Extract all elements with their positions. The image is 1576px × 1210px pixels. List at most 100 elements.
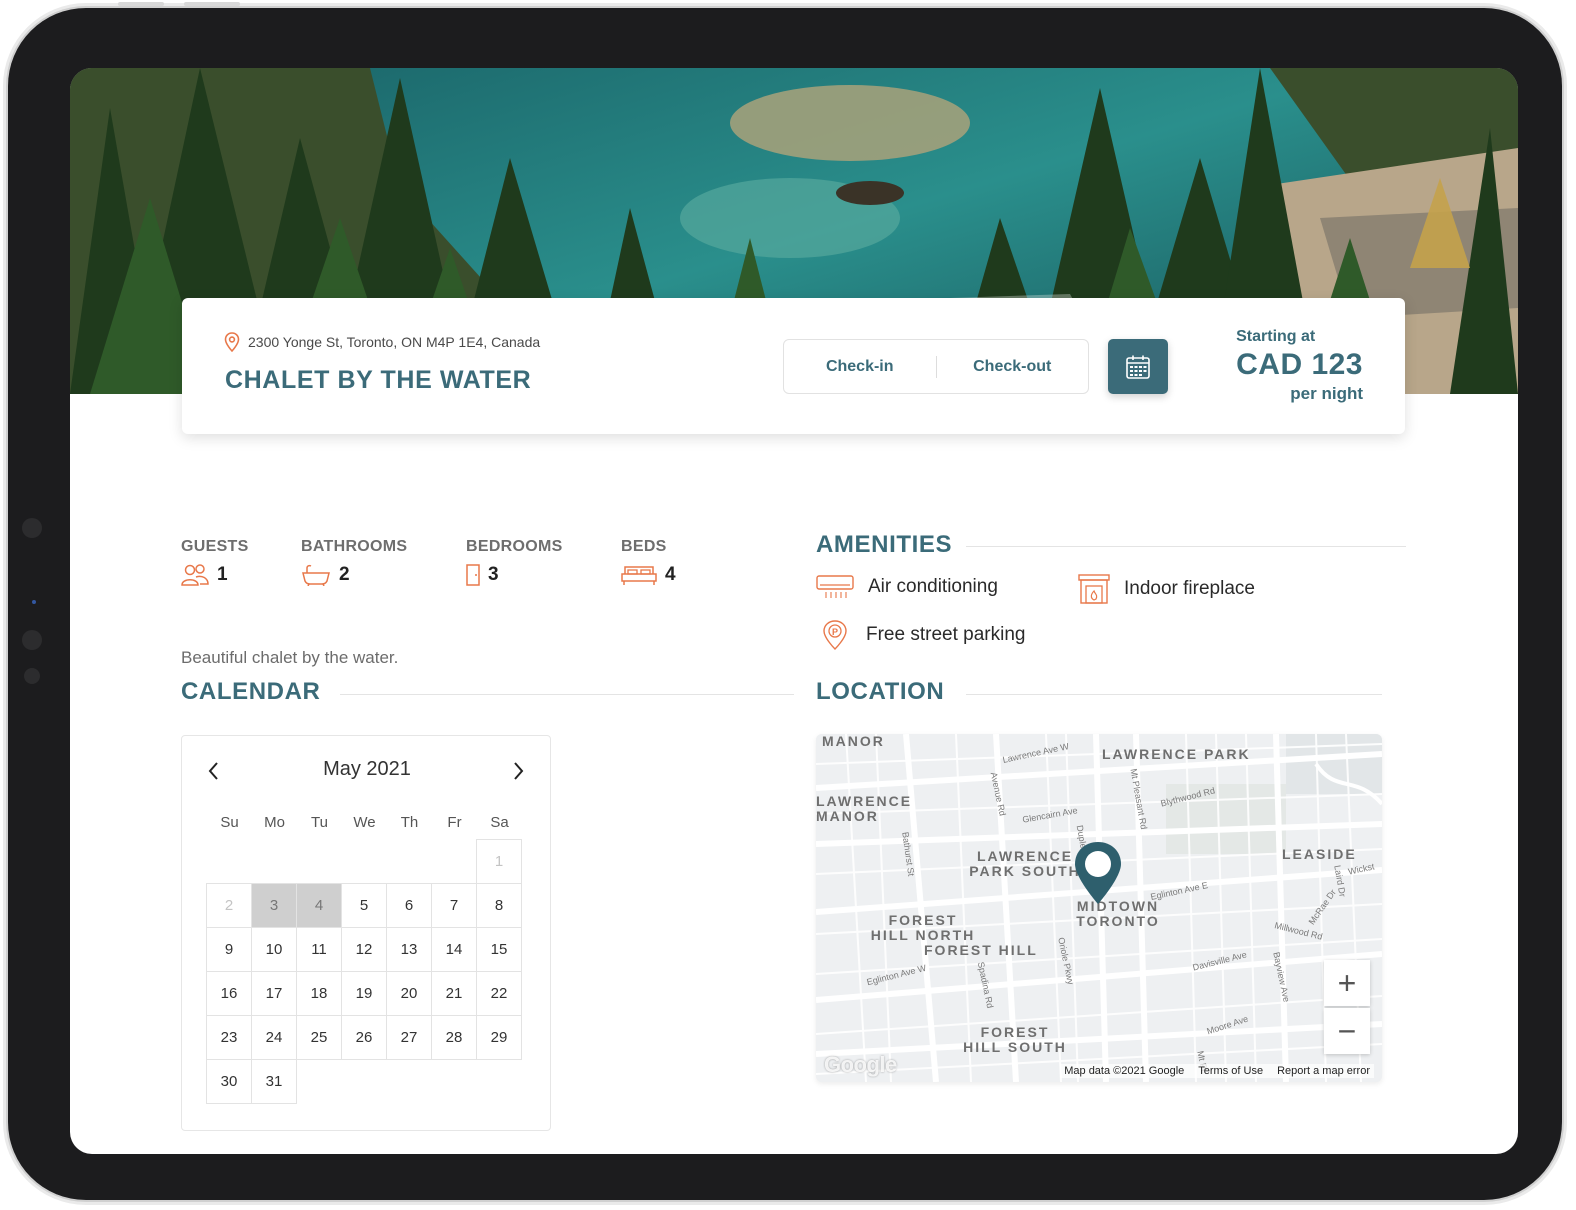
calendar-day[interactable]: 7 bbox=[431, 883, 477, 928]
stat-bedrooms: BEDROOMS 3 bbox=[466, 538, 563, 586]
price-prefix: Starting at bbox=[1236, 328, 1316, 345]
weekday-label: Th bbox=[400, 814, 419, 831]
prev-month-button[interactable] bbox=[204, 760, 224, 782]
map-zoom-out-button[interactable]: − bbox=[1324, 1008, 1370, 1054]
address: 2300 Yonge St, Toronto, ON M4P 1E4, Cana… bbox=[224, 332, 540, 352]
calendar-icon bbox=[1126, 355, 1150, 379]
map-label-lawrence-manor: LAWRENCE MANOR bbox=[816, 793, 913, 824]
power-button bbox=[184, 2, 240, 6]
next-month-button[interactable] bbox=[508, 760, 528, 782]
availability-calendar: May 2021 Su Mo Tu We Th Fr Sa 1 2 3 4 5 6 7 8 9 10 11 12 1… bbox=[181, 735, 551, 1131]
guests-icon bbox=[181, 564, 209, 586]
bed-icon bbox=[621, 566, 657, 585]
map-label-forest-hill-north: FOREST HILL NORTH bbox=[870, 912, 976, 943]
flash-icon bbox=[22, 630, 42, 650]
calendar-divider bbox=[340, 694, 794, 695]
listing-description: Beautiful chalet by the water. bbox=[181, 648, 399, 667]
map-report-link[interactable]: Report a map error bbox=[1277, 1065, 1370, 1077]
amenity-label: Indoor fireplace bbox=[1124, 578, 1255, 599]
fireplace-icon bbox=[1078, 574, 1110, 604]
weekday-label: Tu bbox=[311, 814, 328, 831]
calendar-day: 1 bbox=[476, 839, 522, 884]
camera-icon bbox=[22, 518, 42, 538]
calendar-day[interactable]: 25 bbox=[296, 1015, 342, 1060]
volume-button bbox=[118, 2, 164, 6]
listing-title: CHALET BY THE WATER bbox=[225, 366, 532, 394]
stat-label: GUESTS bbox=[181, 538, 249, 555]
calendar-day[interactable]: 11 bbox=[296, 927, 342, 972]
map-label-forest-hill-south: FOREST HILL SOUTH bbox=[963, 1024, 1067, 1055]
calendar-day[interactable]: 4 bbox=[296, 883, 342, 928]
check-out-field[interactable]: Check-out bbox=[937, 358, 1089, 376]
calendar-day[interactable]: 21 bbox=[431, 971, 477, 1016]
calendar-day[interactable]: 12 bbox=[341, 927, 387, 972]
amenity-label: Free street parking bbox=[866, 624, 1026, 645]
calendar-day[interactable]: 27 bbox=[386, 1015, 432, 1060]
calendar-day[interactable]: 18 bbox=[296, 971, 342, 1016]
calendar-day[interactable]: 23 bbox=[206, 1015, 252, 1060]
svg-text:P: P bbox=[832, 627, 838, 637]
map-zoom-in-button[interactable]: + bbox=[1324, 960, 1370, 1006]
chevron-right-icon bbox=[514, 762, 524, 780]
stat-label: BATHROOMS bbox=[301, 538, 408, 555]
calendar-day[interactable]: 26 bbox=[341, 1015, 387, 1060]
map-data-text: Map data ©2021 Google bbox=[1064, 1065, 1185, 1077]
calendar-day[interactable]: 3 bbox=[251, 883, 297, 928]
weekday-label: Sa bbox=[490, 814, 509, 831]
weekday-label: Su bbox=[220, 814, 239, 831]
tablet-frame: 2300 Yonge St, Toronto, ON M4P 1E4, Cana… bbox=[8, 2, 1562, 1200]
stat-beds: BEDS 4 bbox=[621, 538, 676, 586]
price-suffix: per night bbox=[1290, 384, 1363, 403]
door-icon bbox=[466, 564, 480, 586]
calendar-day[interactable]: 22 bbox=[476, 971, 522, 1016]
bathtub-icon bbox=[302, 564, 330, 586]
map-marker-icon[interactable] bbox=[1072, 840, 1124, 906]
map-label-lawrence-park-south: LAWRENCE PARK SOUTH bbox=[969, 848, 1081, 879]
check-in-field[interactable]: Check-in bbox=[784, 358, 936, 376]
date-range-picker: Check-in Check-out bbox=[783, 339, 1089, 394]
calendar-day[interactable]: 13 bbox=[386, 927, 432, 972]
stat-value: 4 bbox=[665, 564, 676, 585]
calendar-heading: CALENDAR bbox=[181, 678, 321, 705]
calendar-day[interactable]: 30 bbox=[206, 1059, 252, 1104]
calendar-day[interactable]: 29 bbox=[476, 1015, 522, 1060]
calendar-day[interactable]: 6 bbox=[386, 883, 432, 928]
calendar-day[interactable]: 8 bbox=[476, 883, 522, 928]
calendar-day[interactable]: 14 bbox=[431, 927, 477, 972]
stat-guests: GUESTS 1 bbox=[181, 538, 249, 586]
calendar-day: 2 bbox=[206, 883, 252, 928]
parking-icon: P bbox=[823, 620, 847, 650]
stat-value: 2 bbox=[339, 564, 350, 585]
calendar-day[interactable]: 17 bbox=[251, 971, 297, 1016]
weekday-label: Fr bbox=[447, 814, 462, 831]
stat-label: BEDS bbox=[621, 538, 667, 555]
map-terms-link[interactable]: Terms of Use bbox=[1198, 1065, 1263, 1077]
calendar-day[interactable]: 20 bbox=[386, 971, 432, 1016]
location-map[interactable]: MANOR LAWRENCE PARK LAWRENCE MANOR LAWRE… bbox=[816, 734, 1382, 1082]
screen: 2300 Yonge St, Toronto, ON M4P 1E4, Cana… bbox=[70, 68, 1518, 1154]
calendar-month: May 2021 bbox=[323, 758, 411, 780]
calendar-day[interactable]: 5 bbox=[341, 883, 387, 928]
price-amount: CAD 123 bbox=[1236, 348, 1363, 381]
amenities-heading: AMENITIES bbox=[816, 531, 953, 558]
calendar-day[interactable]: 24 bbox=[251, 1015, 297, 1060]
amenity-indoor-fireplace: Indoor fireplace bbox=[1078, 574, 1255, 604]
amenity-air-conditioning: Air conditioning bbox=[816, 574, 998, 600]
calendar-day[interactable]: 15 bbox=[476, 927, 522, 972]
map-label-leaside: LEASIDE bbox=[1282, 846, 1357, 862]
open-calendar-button[interactable] bbox=[1108, 339, 1168, 394]
map-label-forest-hill: FOREST HILL bbox=[924, 942, 1038, 958]
amenity-label: Air conditioning bbox=[868, 576, 998, 597]
calendar-day[interactable]: 10 bbox=[251, 927, 297, 972]
location-pin-icon bbox=[224, 332, 240, 352]
calendar-day[interactable]: 28 bbox=[431, 1015, 477, 1060]
stat-value: 1 bbox=[217, 564, 228, 585]
weekday-label: We bbox=[353, 814, 376, 831]
map-attribution: Map data ©2021 Google Terms of Use Repor… bbox=[1060, 1064, 1374, 1078]
calendar-day[interactable]: 31 bbox=[251, 1059, 297, 1104]
calendar-day[interactable]: 16 bbox=[206, 971, 252, 1016]
calendar-day[interactable]: 19 bbox=[341, 971, 387, 1016]
calendar-day[interactable]: 9 bbox=[206, 927, 252, 972]
map-label-manor: MANOR bbox=[822, 734, 885, 749]
listing-info-card: 2300 Yonge St, Toronto, ON M4P 1E4, Cana… bbox=[182, 298, 1405, 434]
